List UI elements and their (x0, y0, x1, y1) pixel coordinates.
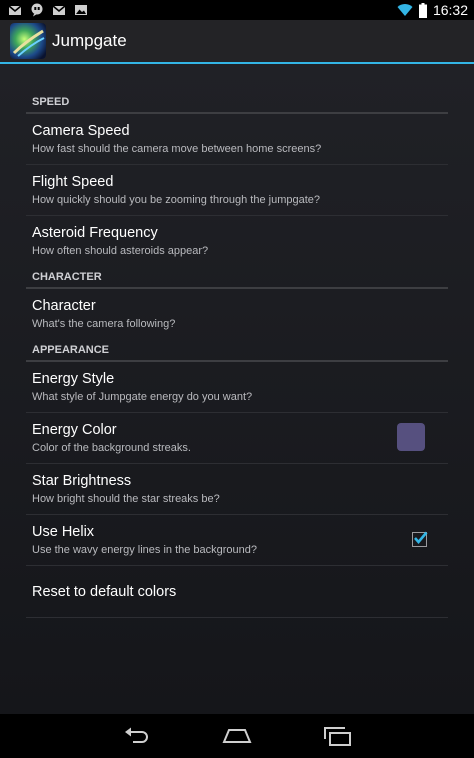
reset-default-colors-button[interactable]: Reset to default colors (26, 566, 448, 618)
section-header-speed: SPEED (26, 92, 448, 114)
wifi-icon (397, 4, 413, 17)
pref-summary: What style of Jumpgate energy do you wan… (32, 391, 253, 403)
pref-summary: How quickly should you be zooming throug… (32, 194, 321, 206)
preferences-list: SPEED Camera Speed How fast should the c… (26, 92, 448, 618)
jumpgate-app-icon[interactable] (10, 23, 46, 59)
pref-title: Energy Color (32, 422, 117, 438)
pref-use-helix[interactable]: Use Helix Use the wavy energy lines in t… (26, 515, 448, 566)
pref-character[interactable]: Character What's the camera following? (26, 289, 448, 340)
pref-title: Camera Speed (32, 123, 130, 139)
pref-energy-style[interactable]: Energy Style What style of Jumpgate ener… (26, 362, 448, 413)
home-icon[interactable] (222, 724, 252, 748)
notification-icons (8, 3, 88, 17)
pref-summary: How often should asteroids appear? (32, 245, 209, 257)
action-bar: Jumpgate (0, 20, 474, 64)
checkmark-icon (414, 531, 428, 544)
pref-summary: Color of the background streaks. (32, 442, 191, 454)
pref-title: Use Helix (32, 524, 95, 540)
pref-flight-speed[interactable]: Flight Speed How quickly should you be z… (26, 165, 448, 216)
clock: 16:32 (432, 2, 468, 18)
battery-icon (418, 2, 427, 18)
talk-icon (31, 3, 43, 17)
section-header-character: CHARACTER (26, 267, 448, 289)
system-icons: 16:32 (397, 1, 468, 19)
pref-title: Star Brightness (32, 473, 132, 489)
pref-summary: How bright should the star streaks be? (32, 493, 220, 505)
pref-title: Character (32, 298, 96, 314)
app-title: Jumpgate (52, 31, 127, 50)
navigation-bar (0, 714, 474, 758)
pref-asteroid-frequency[interactable]: Asteroid Frequency How often should aste… (26, 216, 448, 267)
pref-camera-speed[interactable]: Camera Speed How fast should the camera … (26, 114, 448, 165)
pref-summary: Use the wavy energy lines in the backgro… (32, 544, 258, 556)
reset-label: Reset to default colors (32, 584, 177, 600)
pref-energy-color[interactable]: Energy Color Color of the background str… (26, 413, 448, 464)
pref-title: Asteroid Frequency (32, 225, 158, 241)
gallery-icon (75, 5, 87, 15)
preferences-screen: SPEED Camera Speed How fast should the c… (0, 64, 474, 714)
energy-color-swatch[interactable] (397, 423, 425, 451)
pref-star-brightness[interactable]: Star Brightness How bright should the st… (26, 464, 448, 515)
use-helix-checkbox[interactable] (412, 531, 428, 547)
gmail-icon (8, 5, 22, 15)
status-bar: 16:32 (0, 0, 474, 20)
pref-summary: How fast should the camera move between … (32, 143, 322, 155)
pref-title: Flight Speed (32, 174, 114, 190)
back-icon[interactable] (121, 724, 151, 748)
gmail-icon (52, 5, 66, 15)
recents-icon[interactable] (322, 724, 352, 748)
pref-summary: What's the camera following? (32, 318, 176, 330)
section-header-appearance: APPEARANCE (26, 340, 448, 362)
pref-title: Energy Style (32, 371, 115, 387)
